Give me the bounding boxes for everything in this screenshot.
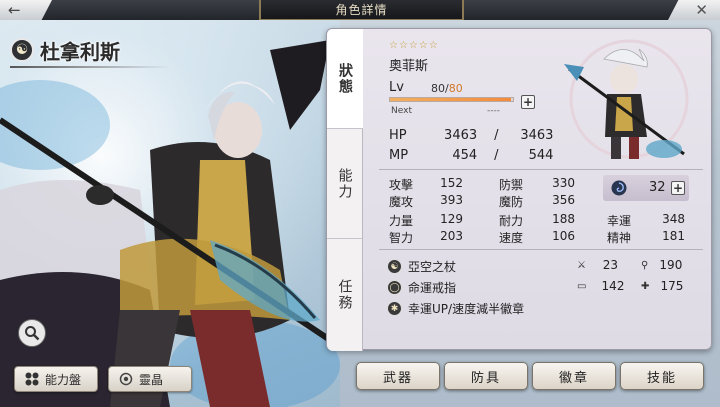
close-x-icon: ✕ xyxy=(695,1,708,19)
hp-row: HP 3463 / 3463 xyxy=(389,128,553,143)
swirl-icon xyxy=(611,180,627,196)
hp-label: HP xyxy=(389,128,407,143)
end-label: 耐力 xyxy=(499,214,524,228)
staff-icon: ☯ xyxy=(387,259,402,274)
crystal-gear-icon xyxy=(119,372,133,386)
tab-quest[interactable]: 任務 xyxy=(327,239,363,351)
section-divider xyxy=(379,169,703,170)
def-value: 330 xyxy=(552,176,575,190)
character-illustration xyxy=(0,40,332,407)
ability-board-button[interactable]: 能力盤 xyxy=(14,366,98,392)
character-name-plate: ☯ 杜拿利斯 xyxy=(10,34,120,66)
atk-value: 152 xyxy=(440,176,463,190)
atk-label: 攻擊 xyxy=(389,178,414,192)
four-dots-icon xyxy=(25,372,39,386)
def-label: 防禦 xyxy=(499,178,524,192)
job-name: 奧菲斯 xyxy=(389,59,429,74)
ability-points-value: 32 xyxy=(649,180,666,195)
page-title: 角色詳情 xyxy=(259,0,464,20)
hp-separator: / xyxy=(494,128,499,143)
equip-weapon-name: 亞空之杖 xyxy=(408,260,457,274)
int-label: 智力 xyxy=(389,231,414,245)
equip-mdef-value: 175 xyxy=(660,279,684,293)
character-chibi xyxy=(564,39,689,159)
equip-accessory[interactable]: ◯ 命運戒指 xyxy=(387,279,456,296)
level-max: 80 xyxy=(448,82,463,95)
matk-label: 魔攻 xyxy=(389,195,414,209)
equip-accessory-name: 命運戒指 xyxy=(408,281,457,295)
armor-icon: ▭ xyxy=(577,280,587,292)
str-value: 129 xyxy=(440,212,463,226)
character-artwork xyxy=(0,20,340,407)
matk-value: 393 xyxy=(440,193,463,207)
exp-bar xyxy=(389,97,514,102)
luck-label: 幸運 xyxy=(607,214,632,228)
ability-points-plus-button[interactable]: + xyxy=(671,181,685,195)
emblem-icon: ✱ xyxy=(387,301,402,316)
spi-value: 181 xyxy=(662,229,685,243)
weapon-button[interactable]: 武器 xyxy=(356,362,440,390)
mp-row: MP 454 / 544 xyxy=(389,148,553,163)
equip-atk-value: 23 xyxy=(602,258,618,272)
level-current: 80/ xyxy=(431,82,449,95)
str-label: 力量 xyxy=(389,214,414,228)
spd-label: 速度 xyxy=(499,231,524,245)
ability-board-label: 能力盤 xyxy=(45,372,82,387)
spd-value: 106 xyxy=(552,229,575,243)
level-value: 80/80 xyxy=(431,82,463,95)
sword-icon: ⚔ xyxy=(577,259,586,271)
mp-max: 544 xyxy=(528,148,554,163)
wand-icon: ⚲ xyxy=(641,259,649,271)
equip-matk-stat: ⚲ 190 xyxy=(641,258,682,272)
level-up-plus-button[interactable]: + xyxy=(521,95,535,109)
magnifier-icon xyxy=(25,326,40,341)
ring-icon: ◯ xyxy=(387,280,402,295)
equip-matk-value: 190 xyxy=(659,258,683,272)
spi-label: 精神 xyxy=(607,231,632,245)
hp-max: 3463 xyxy=(520,128,554,143)
hp-current: 3463 xyxy=(444,128,478,143)
equip-emblem-name: 幸運UP/速度減半徽章 xyxy=(408,302,525,316)
level-label: Lv xyxy=(389,80,404,95)
mdef-label: 魔防 xyxy=(499,195,524,209)
shield-plus-icon: ✚ xyxy=(641,280,650,292)
zoom-button[interactable] xyxy=(18,319,46,347)
name-underline xyxy=(10,66,170,68)
mdef-value: 356 xyxy=(552,193,575,207)
next-value: ---- xyxy=(487,106,500,116)
section-divider xyxy=(379,249,703,250)
equip-mdef-stat: ✚ 175 xyxy=(641,279,683,293)
character-name: 杜拿利斯 xyxy=(40,39,120,64)
emblem-button[interactable]: 徽章 xyxy=(532,362,616,390)
spirit-crystal-button[interactable]: 靈晶 xyxy=(108,366,192,392)
mp-separator: / xyxy=(494,148,499,163)
luck-value: 348 xyxy=(662,212,685,226)
skill-button[interactable]: 技能 xyxy=(620,362,704,390)
rarity-stars: ☆☆☆☆☆ xyxy=(389,40,439,51)
yin-yang-icon: ☯ xyxy=(10,38,34,62)
spirit-crystal-label: 靈晶 xyxy=(139,372,164,387)
next-label: Next xyxy=(391,106,412,116)
tab-status[interactable]: 狀態 xyxy=(327,29,363,129)
end-value: 188 xyxy=(552,212,575,226)
mp-label: MP xyxy=(389,148,409,163)
equip-def-stat: ▭ 142 xyxy=(577,279,624,293)
tab-ability[interactable]: 能力 xyxy=(327,129,363,239)
armor-button[interactable]: 防具 xyxy=(444,362,528,390)
equip-atk-stat: ⚔ 23 xyxy=(577,258,618,272)
mp-current: 454 xyxy=(452,148,478,163)
character-detail-panel: 狀態 能力 任務 ☆☆☆☆☆ 奧菲斯 Lv 80/80 + Next ---- … xyxy=(326,28,712,351)
int-value: 203 xyxy=(440,229,463,243)
equip-emblem[interactable]: ✱ 幸運UP/速度減半徽章 xyxy=(387,300,524,317)
equip-weapon[interactable]: ☯ 亞空之杖 xyxy=(387,258,456,275)
equip-def-value: 142 xyxy=(601,279,625,293)
arrow-left-icon: ← xyxy=(8,1,21,19)
exp-bar-fill xyxy=(390,98,511,101)
